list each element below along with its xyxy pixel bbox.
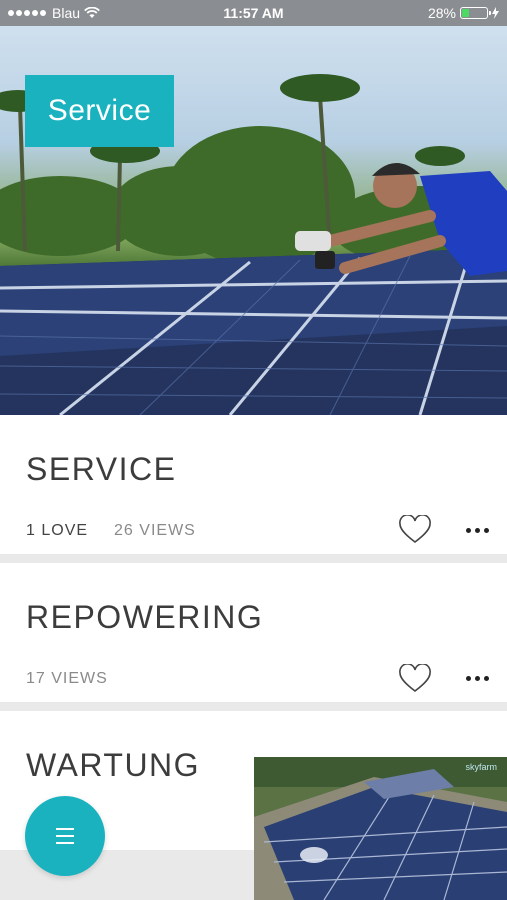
video-thumbnail[interactable]: skyfarm	[254, 757, 507, 900]
card-title: REPOWERING	[26, 599, 264, 635]
more-options-icon[interactable]	[466, 676, 489, 681]
card-title: SERVICE	[26, 451, 177, 487]
view-count: 17 VIEWS	[26, 670, 108, 687]
status-bar: Blau 11:57 AM 28%	[0, 0, 507, 26]
battery-icon	[460, 7, 491, 19]
love-count: 1 LOVE	[26, 522, 89, 539]
battery-percent: 28%	[427, 5, 456, 21]
hero-category-label: Service	[25, 75, 174, 147]
hero-image[interactable]: Service	[0, 26, 507, 415]
menu-button[interactable]	[25, 796, 105, 876]
card-title: WARTUNG	[26, 747, 201, 783]
heart-icon[interactable]	[398, 664, 432, 694]
view-count: 26 VIEWS	[114, 522, 196, 539]
post-card-repowering[interactable]: REPOWERING 17 VIEWS	[0, 563, 507, 702]
solar-farm-aerial	[254, 757, 507, 900]
card-stats: 17 VIEWS	[26, 670, 108, 688]
charging-icon	[492, 7, 499, 19]
thumbnail-watermark: skyfarm	[465, 762, 498, 772]
heart-icon[interactable]	[398, 515, 432, 545]
card-stats: 1 LOVE 26 VIEWS	[26, 522, 196, 540]
battery-group: 28%	[428, 5, 499, 21]
post-card-service[interactable]: SERVICE 1 LOVE 26 VIEWS	[0, 415, 507, 554]
battery-fill	[462, 9, 469, 17]
more-options-icon[interactable]	[466, 528, 489, 533]
menu-icon	[56, 828, 74, 844]
